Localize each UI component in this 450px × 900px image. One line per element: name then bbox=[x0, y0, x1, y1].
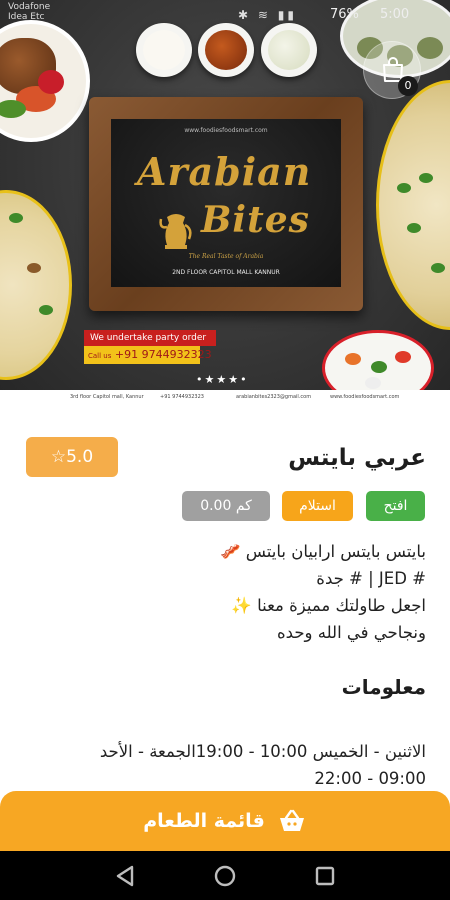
sauce-bowl-image bbox=[136, 23, 192, 77]
sauce-bowl-image bbox=[261, 23, 317, 77]
rice-plate-image bbox=[0, 190, 72, 380]
phone-number: +91 9744932323 bbox=[114, 348, 212, 361]
food-plate-image bbox=[0, 20, 90, 142]
flyer-footer: 3rd floor Capitol mall, Kannur +91 97449… bbox=[0, 390, 450, 405]
chalkboard-sign: www.foodiesfoodsmart.com Arabian Bites T… bbox=[89, 97, 363, 311]
restaurant-cover-image: www.foodiesfoodsmart.com Arabian Bites T… bbox=[0, 0, 450, 405]
flyer-url: www.foodiesfoodsmart.com bbox=[184, 127, 268, 134]
description-line: اجعل طاولتك مميزة معنا ✨ bbox=[231, 596, 426, 615]
logo-text-bites: Bites bbox=[201, 199, 310, 241]
restaurant-description: بايتس بايتس ارابيان بايتس 🥓 # JED | # جد… bbox=[26, 538, 426, 646]
description-line: ونجاحي في الله وحده bbox=[277, 623, 426, 642]
footer-address: 3rd floor Capitol mall, Kannur bbox=[70, 394, 144, 400]
footer-email: arabianbites2323@gmail.com bbox=[236, 394, 312, 400]
party-order-banner: We undertake party order bbox=[84, 330, 216, 346]
back-icon[interactable] bbox=[112, 863, 138, 889]
battery-level: 76% bbox=[330, 7, 359, 22]
decorative-dots: •★★★• bbox=[196, 373, 249, 386]
footer-phone: +91 9744932323 bbox=[160, 394, 204, 400]
food-menu-label: قائمة الطعام bbox=[143, 810, 265, 832]
description-line: # JED | # جدة bbox=[316, 569, 426, 588]
food-menu-button[interactable]: قائمة الطعام bbox=[0, 791, 450, 851]
system-navigation-bar bbox=[0, 851, 450, 900]
open-status-badge: افتح bbox=[366, 491, 425, 521]
rice-plate-image bbox=[376, 80, 450, 330]
call-banner: Call us +91 9744932323 bbox=[84, 346, 212, 364]
home-icon[interactable] bbox=[212, 863, 238, 889]
star-icon: ☆ bbox=[50, 447, 67, 467]
info-section-title: معلومات bbox=[341, 675, 426, 699]
carrier-label: Vodafone Idea Etc bbox=[8, 2, 51, 22]
logo-text-arabian: Arabian bbox=[137, 149, 312, 194]
call-prefix: Call us bbox=[88, 352, 112, 360]
signal-icons: ✱ ≋ ▮▮ bbox=[238, 8, 297, 22]
restaurant-name: عربي بايتس bbox=[288, 445, 426, 471]
sauce-bowl-image bbox=[198, 23, 254, 77]
pickup-badge: استلام bbox=[282, 491, 353, 521]
logo-address: 2ND FLOOR CAPITOL MALL KANNUR bbox=[172, 269, 280, 276]
status-bar: Vodafone Idea Etc ✱ ≋ ▮▮ 76% 5:00 bbox=[0, 0, 450, 30]
restaurant-details: ☆5.0 عربي بايتس افتح استلام 0.00 كم بايت… bbox=[0, 405, 450, 797]
hours-line: 09:00 - 22:00 bbox=[314, 769, 426, 788]
rating-value: 5.0 bbox=[66, 447, 94, 467]
recent-apps-icon[interactable] bbox=[312, 863, 338, 889]
hours-line: الاثنين - الخميس 10:00 - 19:00الجمعة - ا… bbox=[99, 742, 426, 761]
rating-badge: ☆5.0 bbox=[26, 437, 118, 477]
cart-count-badge: 0 bbox=[398, 76, 418, 96]
footer-site: www.foodiesfoodsmart.com bbox=[330, 394, 400, 400]
basket-icon bbox=[279, 809, 304, 831]
description-line: بايتس بايتس ارابيان بايتس 🥓 bbox=[219, 542, 426, 561]
logo-tagline: The Real Taste of Arabia bbox=[188, 253, 264, 260]
coffee-pot-icon bbox=[159, 214, 192, 249]
opening-hours: الاثنين - الخميس 10:00 - 19:00الجمعة - ا… bbox=[16, 738, 426, 792]
clock: 5:00 bbox=[380, 7, 410, 22]
distance-badge: 0.00 كم bbox=[182, 491, 270, 521]
